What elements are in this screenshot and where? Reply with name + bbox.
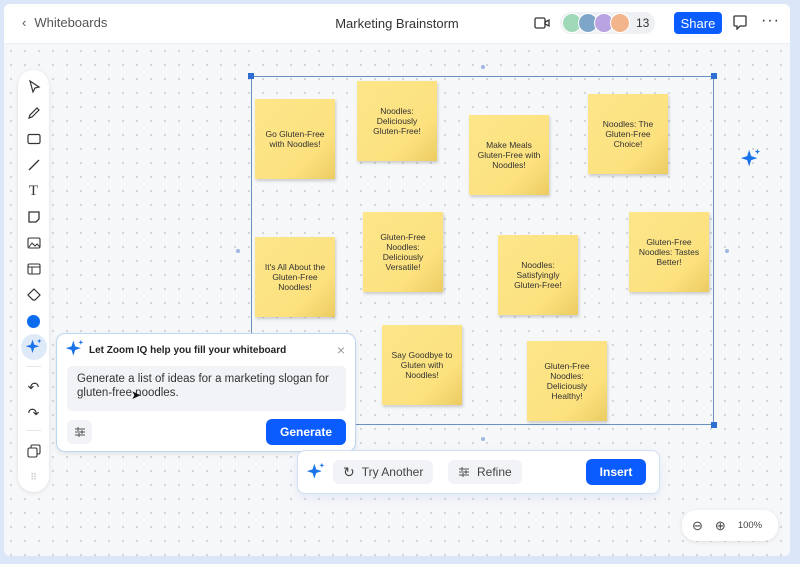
whiteboard-canvas[interactable]: Go Gluten-Free with Noodles! Noodles: De… — [4, 44, 790, 556]
sticky-note[interactable]: Gluten-Free Noodles: Deliciously Versati… — [363, 212, 443, 292]
ai-sparkle-icon — [65, 339, 84, 356]
sticky-note[interactable]: Gluten-Free Noodles: Deliciously Healthy… — [527, 341, 607, 421]
eraser-tool-icon[interactable] — [18, 284, 49, 306]
image-tool-icon[interactable] — [18, 232, 49, 254]
template-tool-icon[interactable] — [18, 258, 49, 280]
comment-icon[interactable] — [733, 15, 747, 30]
rectangle-tool-icon[interactable] — [18, 128, 49, 150]
divider — [26, 430, 41, 431]
text-tool-icon[interactable]: T — [18, 180, 49, 202]
mouse-cursor: ➤ — [131, 388, 142, 402]
sliders-icon — [459, 467, 469, 477]
sticky-note[interactable]: Noodles: Satisfyingly Gluten-Free! — [498, 235, 578, 315]
share-button[interactable]: Share — [674, 12, 722, 34]
prompt-input[interactable]: Generate a list of ideas for a marketing… — [67, 366, 346, 411]
refine-label: Refine — [477, 465, 512, 479]
undo-icon[interactable]: ↶ — [18, 376, 49, 398]
resize-handle[interactable] — [711, 73, 717, 79]
refine-button[interactable]: Refine — [448, 460, 522, 484]
zoom-out-icon[interactable]: ⊖ — [692, 518, 703, 534]
color-picker[interactable] — [18, 310, 49, 332]
sticky-note[interactable]: Make Meals Gluten-Free with Noodles! — [469, 115, 549, 195]
selection-midpoint[interactable] — [481, 65, 485, 69]
resize-handle[interactable] — [711, 422, 717, 428]
ai-result-bar: ↻ Try Another Refine Insert — [297, 450, 660, 494]
generate-button[interactable]: Generate — [266, 419, 346, 445]
sticky-note[interactable]: Noodles: Deliciously Gluten-Free! — [357, 81, 437, 161]
try-another-label: Try Another — [361, 465, 424, 479]
participant-count: 13 — [636, 16, 650, 30]
top-bar: ‹ Whiteboards Marketing Brainstorm 13 Sha… — [4, 4, 790, 44]
zoom-level[interactable]: 100% — [738, 520, 762, 531]
divider — [26, 366, 41, 367]
back-to-whiteboards[interactable]: ‹ Whiteboards — [22, 15, 107, 30]
video-camera-icon[interactable] — [534, 16, 550, 30]
sticky-note[interactable]: Go Gluten-Free with Noodles! — [255, 99, 335, 179]
select-tool-icon[interactable] — [18, 76, 49, 98]
selection-midpoint[interactable] — [236, 249, 240, 253]
refresh-icon: ↻ — [343, 463, 355, 480]
resize-handle[interactable] — [248, 73, 254, 79]
zoom-controls: ⊖ ⊕ 100% — [682, 510, 778, 541]
sticky-note[interactable]: Noodles: The Gluten-Free Choice! — [588, 94, 668, 174]
avatar — [610, 13, 630, 33]
redo-icon[interactable]: ↷ — [18, 402, 49, 424]
panel-heading: Let Zoom IQ help you fill your whiteboar… — [89, 345, 287, 356]
selection-midpoint[interactable] — [725, 249, 729, 253]
more-options-icon[interactable]: ··· — [761, 12, 780, 30]
ai-sparkle-icon — [306, 462, 325, 479]
insert-button[interactable]: Insert — [586, 459, 646, 485]
whiteboard-window: ‹ Whiteboards Marketing Brainstorm 13 Sha… — [4, 4, 790, 556]
layers-icon[interactable] — [18, 440, 49, 462]
try-another-button[interactable]: ↻ Try Another — [333, 460, 434, 484]
selection-midpoint[interactable] — [481, 437, 485, 441]
ai-sparkle-icon[interactable] — [740, 148, 762, 170]
ai-tool-icon[interactable] — [18, 334, 49, 360]
left-toolbar: T ↶ ↷ ⠿ — [18, 70, 49, 492]
close-icon[interactable]: × — [337, 342, 345, 358]
chevron-left-icon: ‹ — [22, 15, 27, 30]
settings-sliders-icon[interactable] — [67, 420, 92, 444]
sticky-note-tool-icon[interactable] — [18, 206, 49, 228]
participants[interactable]: 13 — [560, 12, 656, 34]
line-tool-icon[interactable] — [18, 154, 49, 176]
zoom-iq-panel: Let Zoom IQ help you fill your whiteboar… — [56, 333, 356, 452]
sticky-note[interactable]: It's All About the Gluten-Free Noodles! — [255, 237, 335, 317]
board-title[interactable]: Marketing Brainstorm — [335, 16, 459, 31]
drag-handle-icon[interactable]: ⠿ — [18, 466, 49, 488]
sticky-note[interactable]: Gluten-Free Noodles: Tastes Better! — [629, 212, 709, 292]
sticky-note[interactable]: Say Goodbye to Gluten with Noodles! — [382, 325, 462, 405]
pen-tool-icon[interactable] — [18, 102, 49, 124]
back-label: Whiteboards — [34, 15, 108, 30]
zoom-in-icon[interactable]: ⊕ — [715, 518, 726, 534]
